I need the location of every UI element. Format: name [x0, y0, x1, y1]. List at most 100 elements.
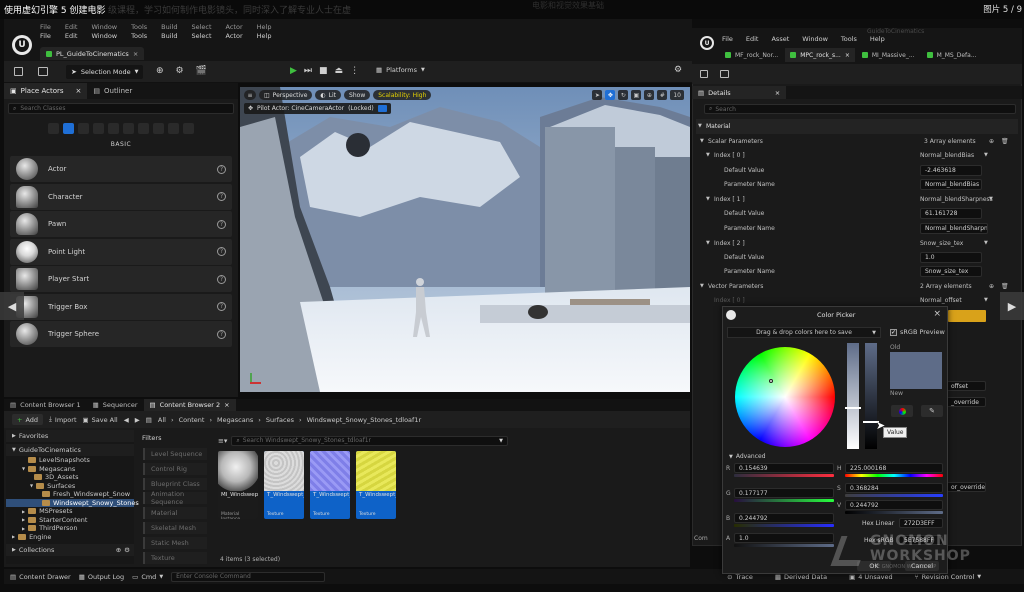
peek-offset-field[interactable]: offset — [946, 381, 986, 391]
material-menu-window[interactable]: Window — [802, 35, 828, 43]
actor-item-player-start[interactable]: Player Start ? — [10, 266, 232, 292]
filter-skeletal-mesh[interactable]: Skeletal Mesh — [143, 521, 207, 534]
vector-parameters-row[interactable]: ▼ Vector Parameters 2 Array elements ⊕ 🗑 — [696, 279, 1018, 294]
add-button[interactable]: + Add — [12, 414, 44, 425]
asset-tile-texture-3[interactable]: T_Windswept_SnowyStones_ Texture — [356, 451, 396, 519]
v-input[interactable]: 0.244792 — [845, 500, 943, 510]
level-tab[interactable]: PL_GuideToCinematics × — [40, 47, 145, 60]
select-tool-icon[interactable]: ➤ — [592, 90, 603, 100]
browse-icon[interactable] — [720, 70, 729, 78]
tree-item-windswept-snowy-stones[interactable]: Windswept_Snowy_Stones — [6, 498, 139, 507]
color-wheel-handle[interactable] — [769, 379, 773, 383]
actor-item-trigger-sphere[interactable]: Trigger Sphere ? — [10, 321, 232, 347]
show-button[interactable]: Show — [344, 90, 371, 100]
basic-category-icon[interactable] — [63, 123, 74, 134]
rotate-tool-icon[interactable]: ↻ — [618, 90, 629, 100]
value-slider[interactable] — [865, 343, 877, 449]
help-icon[interactable]: ? — [217, 192, 226, 201]
menu-build[interactable]: Build — [161, 32, 177, 40]
search-classes-input[interactable]: ⌕ Search Classes — [8, 103, 234, 114]
add-element-icon[interactable]: ⊕ — [989, 283, 994, 290]
scalar-index-2[interactable]: ▼ Index [ 2 ] Snow_size_tex ▼ — [696, 236, 1018, 251]
play-icon[interactable]: ▶ — [290, 66, 297, 76]
help-icon[interactable]: ? — [217, 302, 226, 311]
scalar-index-0[interactable]: ▼ Index [ 0 ] Normal_blendBias ▼ — [696, 148, 1018, 163]
s-gradient-track[interactable] — [845, 494, 943, 497]
tree-item-fresh-windswept-snow[interactable]: Fresh_Windswept_Snow — [6, 490, 134, 499]
material-menu-asset[interactable]: Asset — [771, 35, 789, 43]
next-image-button[interactable]: ▶ — [1000, 292, 1024, 320]
material-tab-mpc-rock[interactable]: MPC_rock_s... × — [785, 48, 855, 62]
chevron-down-icon[interactable]: ▼ — [989, 196, 993, 202]
lit-button[interactable]: ◐ Lit — [315, 90, 342, 100]
s-input[interactable]: 0.368284 — [845, 483, 943, 493]
eject-pilot-icon[interactable] — [377, 105, 387, 112]
actor-item-actor[interactable]: Actor ? — [10, 156, 232, 182]
saturation-slider[interactable] — [847, 343, 859, 449]
recent-icon[interactable] — [48, 123, 59, 134]
scale-tool-icon[interactable]: ▣ — [631, 90, 642, 100]
material-menu-edit[interactable]: Edit — [746, 35, 759, 43]
a-input[interactable]: 1.0 — [734, 533, 834, 543]
material-tab-mi-massive[interactable]: MI_Massive_... — [857, 48, 920, 62]
actor-item-pawn[interactable]: Pawn ? — [10, 211, 232, 237]
filter-blueprint-class[interactable]: Blueprint Class — [143, 477, 207, 490]
parameter-name-input[interactable]: Snow_size_tex — [920, 265, 982, 277]
tree-item-surfaces[interactable]: ▼ Surfaces — [6, 482, 134, 491]
filter-texture[interactable]: Texture — [143, 551, 207, 564]
default-value-input[interactable]: -2.463618 — [920, 164, 982, 176]
favorites-header[interactable]: ▶ Favorites — [6, 430, 134, 442]
saturation-slider-handle[interactable] — [845, 407, 861, 409]
tree-item-thirdperson[interactable]: ▶ ThirdPerson — [6, 524, 134, 533]
extra-category-icon[interactable] — [183, 123, 194, 134]
help-icon[interactable]: ? — [217, 164, 226, 174]
parameter-name-input[interactable]: Normal_blendSharpness — [920, 222, 988, 234]
tree-item-engine[interactable]: ▶ Engine — [6, 533, 134, 542]
filter-level-sequence[interactable]: Level Sequence — [143, 448, 207, 460]
default-value-input[interactable]: 1.0 — [920, 251, 982, 263]
help-icon[interactable]: ? — [217, 247, 226, 256]
volumes-category-icon[interactable] — [138, 123, 149, 134]
parameter-name-input[interactable]: Normal_blendBias — [920, 178, 982, 190]
cinematic-category-icon[interactable] — [93, 123, 104, 134]
save-all-button[interactable]: ▣ Save All — [83, 416, 118, 424]
details-search-input[interactable]: ⌕ Search — [704, 104, 1016, 114]
chevron-down-icon[interactable]: ▼ — [984, 240, 988, 246]
close-icon[interactable]: × — [933, 309, 941, 319]
material-menu-tools[interactable]: Tools — [841, 35, 857, 43]
content-drawer-button[interactable]: ▤ Content Drawer — [10, 573, 71, 581]
help-icon[interactable]: ? — [217, 219, 226, 229]
tree-item-mspresets[interactable]: ▶ MSPresets — [6, 507, 134, 516]
filter-material[interactable]: Material — [143, 507, 207, 520]
menu-actor[interactable]: Actor — [226, 32, 243, 40]
h-input[interactable]: 225.000168 — [845, 463, 943, 473]
blueprint-icon[interactable]: ⚙ — [176, 66, 184, 76]
save-icon[interactable] — [700, 70, 708, 78]
peek-override-field[interactable]: _override — [946, 397, 986, 407]
menu-help[interactable]: Help — [257, 32, 272, 40]
menu-edit[interactable]: Edit — [65, 32, 78, 40]
g-input[interactable]: 0.177177 — [734, 488, 834, 498]
skip-icon[interactable]: ⏭ — [304, 66, 312, 76]
visual-effects-category-icon[interactable] — [108, 123, 119, 134]
breadcrumb-surfaces[interactable]: Surfaces — [266, 416, 294, 424]
material-menu-help[interactable]: Help — [870, 35, 885, 43]
material-menu-file[interactable]: File — [722, 35, 733, 43]
help-icon[interactable]: ? — [217, 329, 226, 339]
b-input[interactable]: 0.244792 — [734, 513, 834, 523]
stop-icon[interactable]: ■ — [319, 66, 328, 76]
scalar-parameters-row[interactable]: ▼ Scalar Parameters 3 Array elements ⊕ 🗑 — [696, 134, 1018, 149]
tab-content-browser-1[interactable]: ▤ Content Browser 1 — [4, 399, 87, 411]
peek-override2-field[interactable]: or_override — [946, 482, 986, 492]
close-icon[interactable]: × — [133, 50, 138, 58]
help-icon[interactable]: ? — [217, 274, 226, 284]
a-gradient-track[interactable] — [734, 544, 834, 547]
browse-icon[interactable] — [38, 67, 48, 76]
menu-window[interactable]: Window — [91, 32, 117, 40]
material-tab-m-ms-default[interactable]: M_MS_Defa... — [922, 48, 982, 62]
import-button[interactable]: ⤓ Import — [49, 415, 76, 424]
tab-details[interactable]: ▤ Details × — [692, 86, 787, 99]
platforms-dropdown[interactable]: ▦ Platforms ▼ — [376, 66, 425, 74]
level-viewport[interactable]: ≡ ◫ Perspective ◐ Lit Show Scalability: … — [240, 87, 690, 392]
srgb-checkbox[interactable]: ✓ — [890, 328, 897, 336]
